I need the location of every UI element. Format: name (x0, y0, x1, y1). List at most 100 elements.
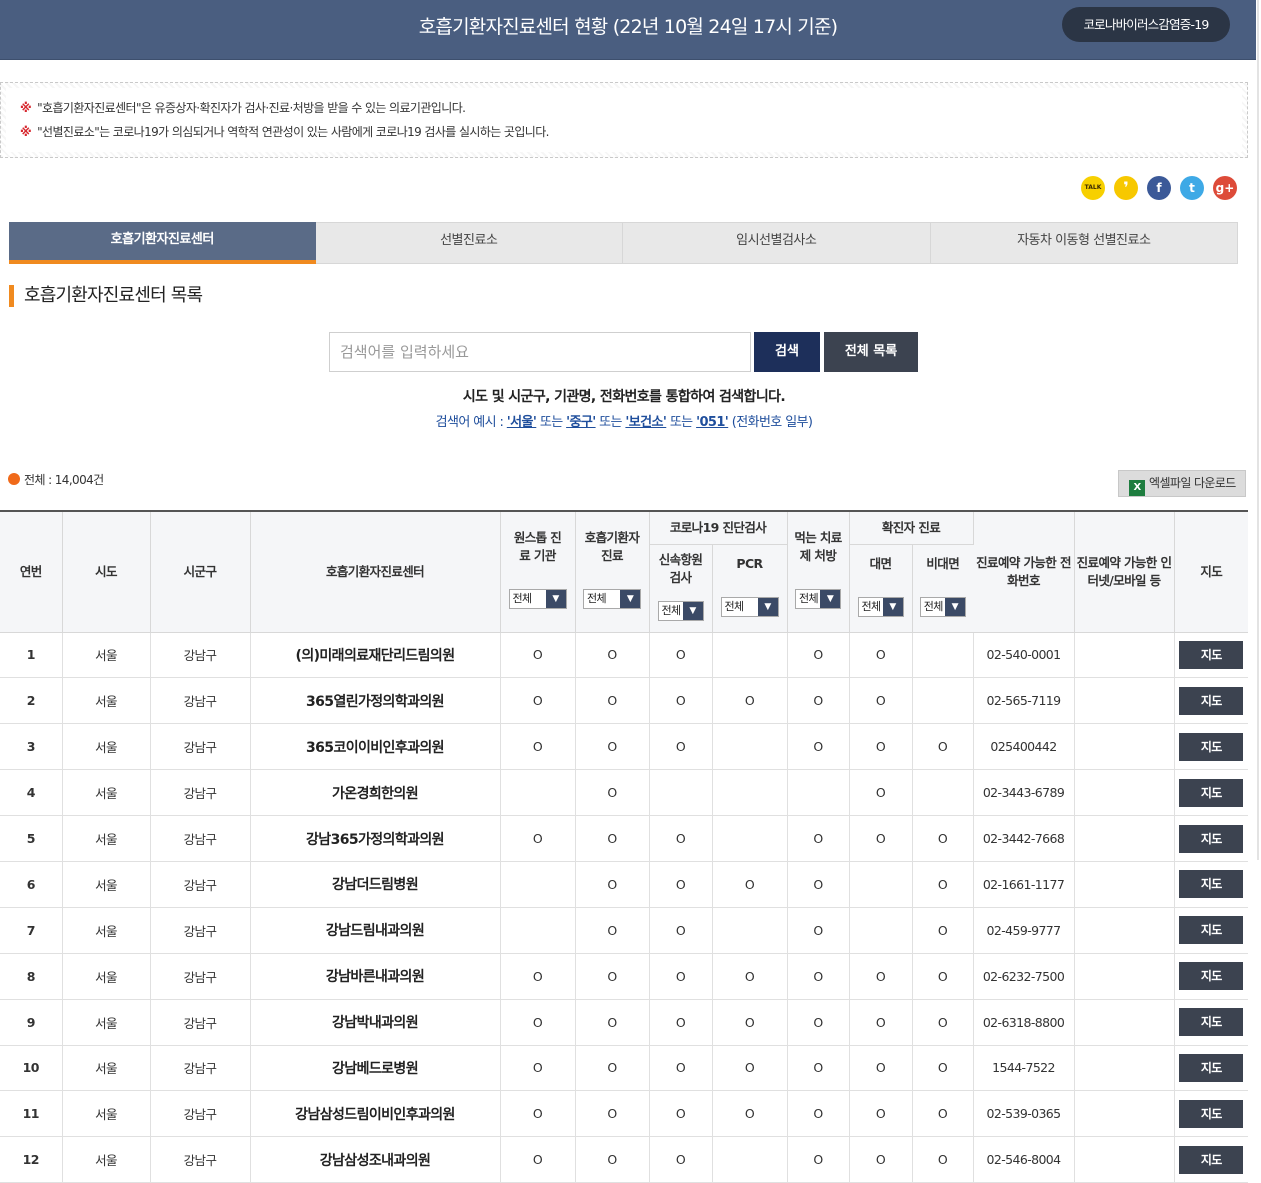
googleplus-icon[interactable]: g+ (1213, 176, 1237, 200)
cell-online (1074, 999, 1175, 1046)
filter-select-oral-treatment[interactable]: 전체 ▼ (795, 589, 841, 610)
all-list-button[interactable]: 전체 목록 (824, 332, 918, 372)
cell-pcr (712, 769, 788, 817)
cell-nonface: O (912, 1090, 974, 1138)
cell-no: 5 (0, 815, 63, 862)
map-button[interactable]: 지도 (1179, 686, 1244, 715)
example-051-link[interactable]: '051' (696, 415, 729, 430)
map-button[interactable]: 지도 (1179, 870, 1244, 899)
col-sigungu: 시군구 (150, 510, 251, 633)
search-button[interactable]: 검색 (754, 332, 820, 372)
search-help: 시도 및 시군구, 기관명, 전화번호를 통합하여 검색합니다. (462, 389, 786, 405)
total-count: 전체 : 14,004건 (8, 471, 104, 488)
cell-pcr: O (712, 1090, 788, 1138)
cell-no: 9 (0, 999, 63, 1046)
cell-sigungu: 강남구 (150, 999, 251, 1046)
filter-select-onestop[interactable]: 전체 ▼ (508, 589, 567, 610)
tab-drive-through[interactable]: 자동차 이동형 선별진료소 (930, 222, 1238, 264)
facebook-icon[interactable]: f (1147, 176, 1171, 200)
cell-name: 강남삼성조내과의원 (250, 1136, 501, 1183)
map-button[interactable]: 지도 (1179, 640, 1244, 669)
cell-phone: 1544-7522 (973, 1045, 1075, 1092)
cell-nonface: O (912, 953, 974, 1000)
table-row: 3 서울 강남구 365코이이비인후과의원 O O O O O O 025400442 지도 (0, 723, 1249, 771)
cell-face (849, 861, 913, 908)
cell-sido: 서울 (62, 907, 151, 954)
search-input[interactable] (329, 332, 751, 372)
filter-select-rapid-antigen[interactable]: 전체 ▼ (657, 600, 704, 621)
cell-rat: O (649, 1090, 713, 1138)
cell-phone: 025400442 (973, 723, 1075, 771)
cell-online (1074, 861, 1175, 908)
map-button[interactable]: 지도 (1179, 824, 1244, 853)
table-row: 7 서울 강남구 강남드림내과의원 O O O O 02-459-9777 지도 (0, 907, 1249, 954)
cell-map: 지도 (1174, 1136, 1249, 1183)
map-button[interactable]: 지도 (1179, 732, 1244, 761)
example-health-center-link[interactable]: '보건소' (625, 415, 666, 430)
example-seoul-link[interactable]: '서울' (507, 415, 537, 430)
tab-respiratory-center[interactable]: 호흡기환자진료센터 (9, 222, 316, 264)
cell-onestop: O (500, 953, 576, 1000)
map-button[interactable]: 지도 (1179, 962, 1244, 991)
col-center: 호흡기환자진료센터 (250, 510, 501, 633)
cell-face: O (849, 632, 913, 679)
cell-onestop (500, 861, 576, 908)
cell-resp: O (575, 632, 650, 679)
cell-phone: 02-6232-7500 (973, 953, 1075, 1000)
cell-map: 지도 (1174, 677, 1249, 725)
cell-onestop: O (500, 815, 576, 862)
search-example: 검색어 예시 : '서울' 또는 '중구' 또는 '보건소' 또는 '051' … (435, 415, 813, 430)
cell-resp: O (575, 953, 650, 1000)
cell-resp: O (575, 907, 650, 954)
filter-select-face[interactable]: 전체 ▼ (857, 596, 904, 617)
covid-badge-button[interactable]: 코로나바이러스감염증-19 (1062, 7, 1230, 42)
cell-resp: O (575, 1136, 650, 1183)
map-button[interactable]: 지도 (1179, 778, 1244, 807)
map-button[interactable]: 지도 (1179, 1008, 1244, 1037)
col-no: 연번 (0, 510, 63, 633)
cell-name: (의)미래의료재단리드림의원 (250, 632, 501, 679)
cell-name: 강남삼성드림이비인후과의원 (250, 1090, 501, 1138)
example-junggu-link[interactable]: '중구' (566, 415, 596, 430)
notice-line: ※ "호흡기환자진료센터"은 유증상자·확진자가 검사·진료·처방을 받을 수 있… (20, 101, 466, 115)
map-button[interactable]: 지도 (1179, 1099, 1244, 1128)
cell-sigungu: 강남구 (150, 1090, 251, 1138)
cell-no: 6 (0, 861, 63, 908)
cell-resp: O (575, 723, 650, 771)
cell-nonface: O (912, 907, 974, 954)
cell-name: 365코이이비인후과의원 (250, 723, 501, 771)
cell-no: 10 (0, 1045, 63, 1092)
kakaostory-icon[interactable]: ❜ (1114, 176, 1138, 200)
cell-no: 2 (0, 677, 63, 725)
cell-name: 강남더드림병원 (250, 861, 501, 908)
tab-temporary-screening[interactable]: 임시선별검사소 (623, 222, 931, 264)
cell-no: 1 (0, 632, 63, 679)
cell-nonface: O (912, 999, 974, 1046)
cell-rat: O (649, 907, 713, 954)
cell-pcr: O (712, 1045, 788, 1092)
map-button[interactable]: 지도 (1179, 1053, 1244, 1082)
tab-screening-clinic[interactable]: 선별진료소 (315, 222, 623, 264)
cell-rat: O (649, 999, 713, 1046)
filter-select-respiratory[interactable]: 전체 ▼ (583, 589, 641, 610)
map-button[interactable]: 지도 (1179, 1145, 1244, 1174)
filter-select-pcr[interactable]: 전체 ▼ (720, 596, 779, 617)
cell-online (1074, 953, 1175, 1000)
cell-no: 12 (0, 1136, 63, 1183)
cell-oral: O (787, 815, 850, 862)
kakaotalk-icon[interactable]: TALK (1081, 176, 1105, 200)
map-button[interactable]: 지도 (1179, 916, 1244, 945)
cell-no: 3 (0, 723, 63, 771)
excel-download-button[interactable]: X 엑셀파일 다운로드 (1118, 470, 1246, 497)
cell-oral: O (787, 861, 850, 908)
cell-rat: O (649, 723, 713, 771)
cell-sido: 서울 (62, 1045, 151, 1092)
table-row: 11 서울 강남구 강남삼성드림이비인후과의원 O O O O O O O 02-539-0365 지도 (0, 1090, 1249, 1138)
cell-oral: O (787, 1136, 850, 1183)
col-oral-treatment: 먹는 치료제 처방 전체 ▼ (787, 510, 850, 633)
twitter-icon[interactable]: t (1180, 176, 1204, 200)
table-row: 1 서울 강남구 (의)미래의료재단리드림의원 O O O O O 02-540-0001 지도 (0, 632, 1249, 679)
filter-select-nonface[interactable]: 전체 ▼ (919, 596, 966, 617)
cell-map: 지도 (1174, 769, 1249, 817)
cell-no: 7 (0, 907, 63, 954)
